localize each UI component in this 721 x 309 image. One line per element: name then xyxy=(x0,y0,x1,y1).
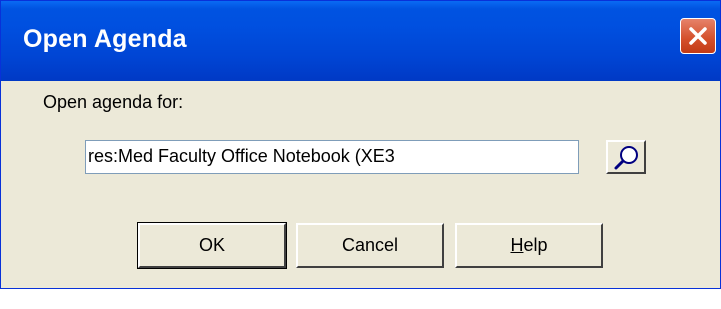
dialog-body: Open agenda for: res:Med Faculty Office … xyxy=(5,81,716,284)
close-icon xyxy=(689,27,707,45)
close-button[interactable] xyxy=(680,18,716,54)
open-agenda-for-label: Open agenda for: xyxy=(43,92,184,112)
browse-button[interactable] xyxy=(606,140,646,174)
help-label-rest: elp xyxy=(523,235,548,255)
ok-button[interactable]: OK xyxy=(137,222,287,269)
title-bar[interactable]: Open Agenda xyxy=(1,1,720,81)
dialog-title: Open Agenda xyxy=(23,25,187,53)
help-button[interactable]: Help xyxy=(455,223,603,268)
magnifier-icon xyxy=(614,146,638,170)
cancel-button[interactable]: Cancel xyxy=(296,223,444,268)
help-mnemonic: H xyxy=(510,235,524,255)
agenda-name-input[interactable]: res:Med Faculty Office Notebook (XE3 xyxy=(85,140,579,174)
open-agenda-dialog: Open Agenda Open agenda for: res:Med Fac… xyxy=(0,0,721,289)
